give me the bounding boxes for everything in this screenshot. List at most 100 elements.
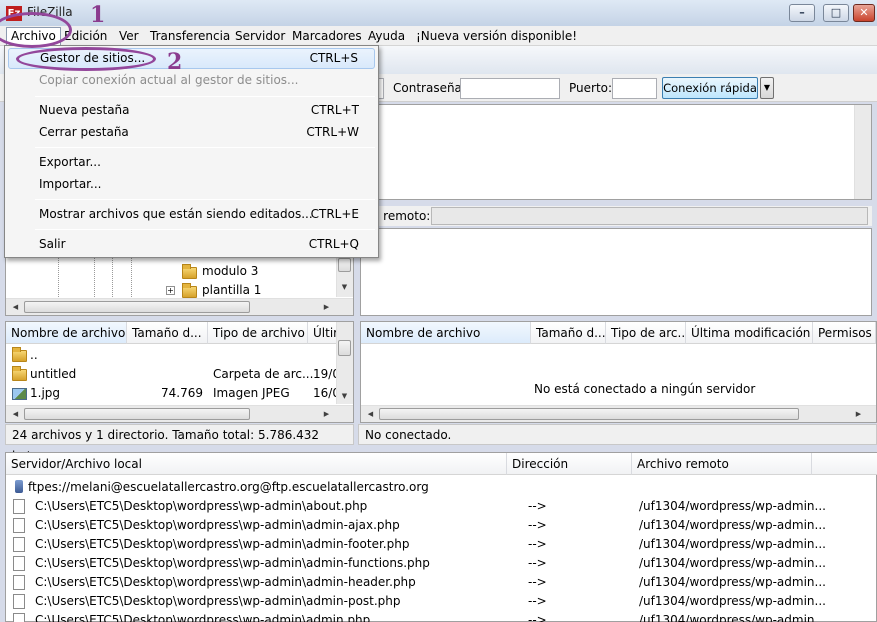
queue-direction: --> [528, 556, 547, 570]
menu-item-label: Exportar... [39, 155, 101, 169]
queue-direction: --> [528, 613, 547, 622]
queue-remote-file: /uf1304/wordpress/wp-admin... [639, 575, 826, 589]
password-input[interactable] [460, 78, 560, 99]
maximize-button[interactable]: □ [823, 4, 849, 22]
remote-files-hscrollbar[interactable]: ◀ ▶ [361, 405, 876, 422]
scroll-down-icon[interactable]: ▼ [337, 283, 352, 291]
remote-tree [360, 228, 872, 316]
column-header-local-file[interactable]: Servidor/Archivo local [6, 453, 507, 475]
column-header-direction[interactable]: Dirección [507, 453, 632, 475]
remote-path-input[interactable] [431, 207, 868, 225]
server-icon [15, 480, 23, 493]
menu-item-exit[interactable]: Salir CTRL+Q [8, 234, 375, 255]
column-header-type[interactable]: Tipo de arc... [606, 322, 686, 344]
menu-item-new-tab[interactable]: Nueva pestaña CTRL+T [8, 100, 375, 121]
message-log-scrollbar[interactable] [854, 105, 871, 199]
column-header-type[interactable]: Tipo de archivo [208, 322, 308, 344]
menu-ayuda[interactable]: Ayuda [364, 27, 409, 45]
queue-remote-file: /uf1304/wordpress/wp-admin... [639, 537, 826, 551]
column-header-remote-file[interactable]: Archivo remoto [632, 453, 812, 475]
transfer-queue: Servidor/Archivo local Dirección Archivo… [5, 452, 877, 622]
menu-item-label: Cerrar pestaña [39, 125, 129, 139]
folder-icon [182, 264, 197, 279]
scroll-thumb[interactable] [379, 408, 799, 420]
scroll-left-icon[interactable]: ◀ [8, 410, 23, 418]
local-tree-hscrollbar[interactable]: ◀ ▶ [6, 298, 353, 315]
folder-icon [12, 366, 27, 381]
quickconnect-button[interactable]: Conexión rápida [662, 77, 758, 99]
queue-local-file[interactable]: C:\Users\ETC5\Desktop\wordpress\wp-admin… [35, 592, 401, 611]
menu-transferencia[interactable]: Transferencia [146, 27, 234, 45]
scroll-right-icon[interactable]: ▶ [319, 303, 334, 311]
local-files-vscrollbar[interactable]: ▼ [336, 322, 353, 404]
column-header-filename[interactable]: Nombre de archivo [6, 322, 127, 344]
file-row-name[interactable]: untitled [30, 365, 76, 384]
column-header-size[interactable]: Tamaño d... [531, 322, 606, 344]
queue-server[interactable]: ftpes://melani@escuelatallercastro.org@f… [28, 478, 429, 497]
menu-item-shortcut: CTRL+T [310, 103, 359, 117]
menu-item-shortcut: CTRL+S [309, 51, 358, 65]
maximize-icon: □ [830, 6, 842, 19]
column-header-size[interactable]: Tamaño d... [127, 322, 208, 344]
queue-remote-file: /uf1304/wordpress/wp-admin... [639, 518, 826, 532]
menu-nueva-version[interactable]: ¡Nueva versión disponible! [412, 27, 581, 45]
scroll-right-icon[interactable]: ▶ [319, 410, 334, 418]
menu-item-import[interactable]: Importar... [8, 174, 375, 195]
queue-local-file[interactable]: C:\Users\ETC5\Desktop\wordpress\wp-admin… [35, 611, 370, 622]
file-row-name[interactable]: .. [30, 346, 38, 365]
scroll-thumb[interactable] [338, 258, 351, 272]
column-header-date[interactable]: Últir [308, 322, 338, 344]
queue-local-file[interactable]: C:\Users\ETC5\Desktop\wordpress\wp-admin… [35, 497, 367, 516]
menu-item-show-edited[interactable]: Mostrar archivos que están siendo editad… [8, 204, 375, 225]
menu-item-export[interactable]: Exportar... [8, 152, 375, 173]
folder-icon [182, 283, 197, 298]
queue-remote-file: /uf1304/wordpress/wp-admin... [639, 613, 826, 622]
menu-separator [35, 96, 375, 97]
scroll-thumb[interactable] [24, 301, 250, 313]
tree-guide [94, 257, 95, 299]
queue-remote-file: /uf1304/wordpress/wp-admin... [639, 594, 826, 608]
chevron-down-icon: ▼ [763, 83, 771, 92]
menu-item-shortcut: CTRL+E [310, 207, 359, 221]
local-status: 24 archivos y 1 directorio. Tamaño total… [5, 424, 354, 463]
queue-local-file[interactable]: C:\Users\ETC5\Desktop\wordpress\wp-admin… [35, 535, 409, 554]
file-row-size: 74.769 [161, 386, 203, 400]
port-input[interactable] [612, 78, 657, 99]
queue-local-file[interactable]: C:\Users\ETC5\Desktop\wordpress\wp-admin… [35, 573, 416, 592]
scroll-down-icon[interactable]: ▼ [337, 392, 352, 400]
expand-icon[interactable]: + [166, 286, 175, 295]
menu-servidor[interactable]: Servidor [231, 27, 289, 45]
menu-item-close-tab[interactable]: Cerrar pestaña CTRL+W [8, 122, 375, 143]
menu-item-shortcut: CTRL+Q [308, 237, 359, 251]
menu-ver[interactable]: Ver [115, 27, 143, 45]
file-icon [13, 556, 25, 571]
tree-item[interactable]: modulo 3 [202, 262, 258, 281]
file-icon [13, 594, 25, 609]
queue-direction: --> [528, 518, 547, 532]
close-button[interactable]: ✕ [853, 4, 875, 22]
quickconnect-dropdown[interactable]: ▼ [760, 77, 774, 99]
column-header-modified[interactable]: Última modificación [686, 322, 813, 344]
minimize-button[interactable]: – [789, 4, 815, 22]
annotation-circle-site-manager [16, 47, 156, 71]
queue-local-file[interactable]: C:\Users\ETC5\Desktop\wordpress\wp-admin… [35, 516, 400, 535]
queue-local-file[interactable]: C:\Users\ETC5\Desktop\wordpress\wp-admin… [35, 554, 430, 573]
menu-marcadores[interactable]: Marcadores [288, 27, 366, 45]
menu-item-copy-connection[interactable]: Copiar conexión actual al gestor de siti… [8, 70, 375, 91]
file-menu-dropdown: Gestor de sitios... CTRL+S Copiar conexi… [4, 45, 379, 258]
menu-separator [35, 229, 375, 230]
scroll-left-icon[interactable]: ◀ [363, 410, 378, 418]
scroll-thumb[interactable] [338, 340, 351, 356]
scroll-right-icon[interactable]: ▶ [851, 410, 866, 418]
column-header-filename[interactable]: Nombre de archivo [361, 322, 531, 344]
message-log [360, 104, 872, 200]
title-bar[interactable]: Fz FileZilla – □ ✕ [0, 0, 877, 26]
menu-item-label: Mostrar archivos que están siendo editad… [39, 207, 313, 221]
scroll-left-icon[interactable]: ◀ [8, 303, 23, 311]
local-files-hscrollbar[interactable]: ◀ ▶ [6, 405, 353, 422]
scroll-thumb[interactable] [24, 408, 250, 420]
not-connected-message: No está conectado a ningún servidor [534, 382, 756, 396]
tree-guide [131, 257, 132, 299]
column-header-permissions[interactable]: Permisos [813, 322, 876, 344]
file-row-name[interactable]: 1.jpg [30, 384, 60, 403]
